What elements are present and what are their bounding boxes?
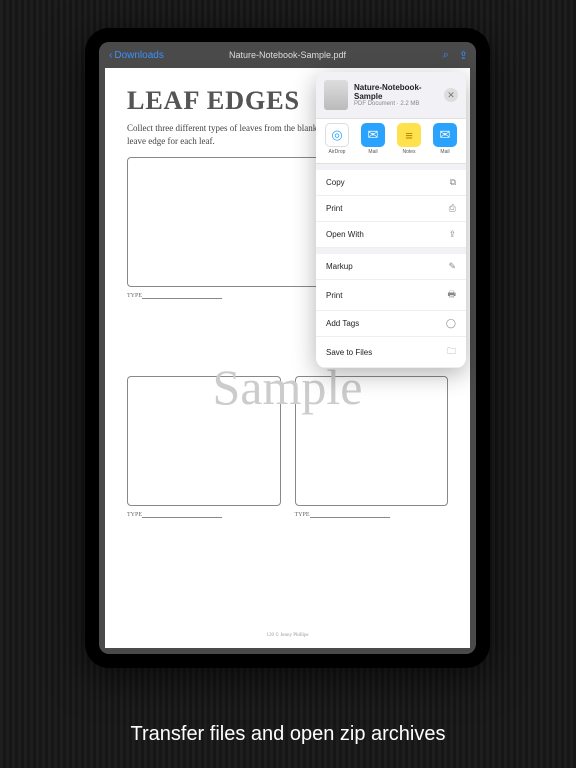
- mail-icon: ✉: [361, 123, 385, 147]
- share-sheet: Nature-Notebook-Sample PDF Document · 2.…: [316, 72, 466, 368]
- type-label: TYPE: [127, 293, 344, 299]
- share-icon[interactable]: ⇪: [459, 49, 468, 62]
- screen: ‹ Downloads Nature-Notebook-Sample.pdf ⌕…: [99, 42, 476, 654]
- share-filename: Nature-Notebook-Sample: [354, 83, 438, 101]
- print-icon: ⎙: [449, 203, 456, 214]
- share-app-row: ◎ AirDrop ✉ Mail ≡ Notes ✉ Mail: [316, 118, 466, 164]
- airdrop-icon: ◎: [325, 123, 349, 147]
- action-markup[interactable]: Markup✎: [316, 254, 466, 280]
- action-add-tags[interactable]: Add Tags◯: [316, 311, 466, 337]
- mail-icon: ✉: [433, 123, 457, 147]
- marketing-caption: Transfer files and open zip archives: [0, 723, 576, 746]
- leaf-box: [127, 376, 281, 506]
- leaf-box: [127, 157, 344, 287]
- markup-icon: ✎: [448, 261, 456, 272]
- tablet-frame: ‹ Downloads Nature-Notebook-Sample.pdf ⌕…: [85, 28, 490, 668]
- copyright-text: 120 © Jenny Phillips: [105, 633, 470, 638]
- share-header: Nature-Notebook-Sample PDF Document · 2.…: [316, 72, 466, 118]
- folder-icon: 🗀: [447, 344, 456, 360]
- share-app-mail-2[interactable]: ✉ Mail: [430, 123, 460, 155]
- search-icon[interactable]: ⌕: [443, 49, 449, 62]
- file-thumbnail-icon: [324, 80, 348, 110]
- copy-icon: ⧉: [450, 177, 456, 188]
- leaf-box: [295, 376, 449, 506]
- share-actions: Copy⧉ Print⎙ Open With⇪: [316, 170, 466, 248]
- share-actions-2: Markup✎ Print🖶 Add Tags◯ Save to Files🗀: [316, 254, 466, 368]
- action-save-to-files[interactable]: Save to Files🗀: [316, 337, 466, 368]
- print-icon: 🖶: [448, 287, 457, 303]
- share-app-notes[interactable]: ≡ Notes: [394, 123, 424, 155]
- share-meta: PDF Document · 2.2 MB: [354, 101, 438, 107]
- notes-icon: ≡: [397, 123, 421, 147]
- action-copy[interactable]: Copy⧉: [316, 170, 466, 196]
- action-print-2[interactable]: Print🖶: [316, 280, 466, 311]
- share-app-mail[interactable]: ✉ Mail: [358, 123, 388, 155]
- close-icon[interactable]: ✕: [444, 88, 458, 102]
- type-label: TYPE: [127, 512, 281, 518]
- tags-icon: ◯: [446, 318, 456, 329]
- action-print[interactable]: Print⎙: [316, 196, 466, 222]
- action-open-with[interactable]: Open With⇪: [316, 222, 466, 248]
- open-with-icon: ⇪: [448, 229, 456, 240]
- share-app-airdrop[interactable]: ◎ AirDrop: [322, 123, 352, 155]
- type-label: TYPE: [295, 512, 449, 518]
- navigation-bar: ‹ Downloads Nature-Notebook-Sample.pdf ⌕…: [99, 42, 476, 68]
- document-title: Nature-Notebook-Sample.pdf: [99, 50, 476, 60]
